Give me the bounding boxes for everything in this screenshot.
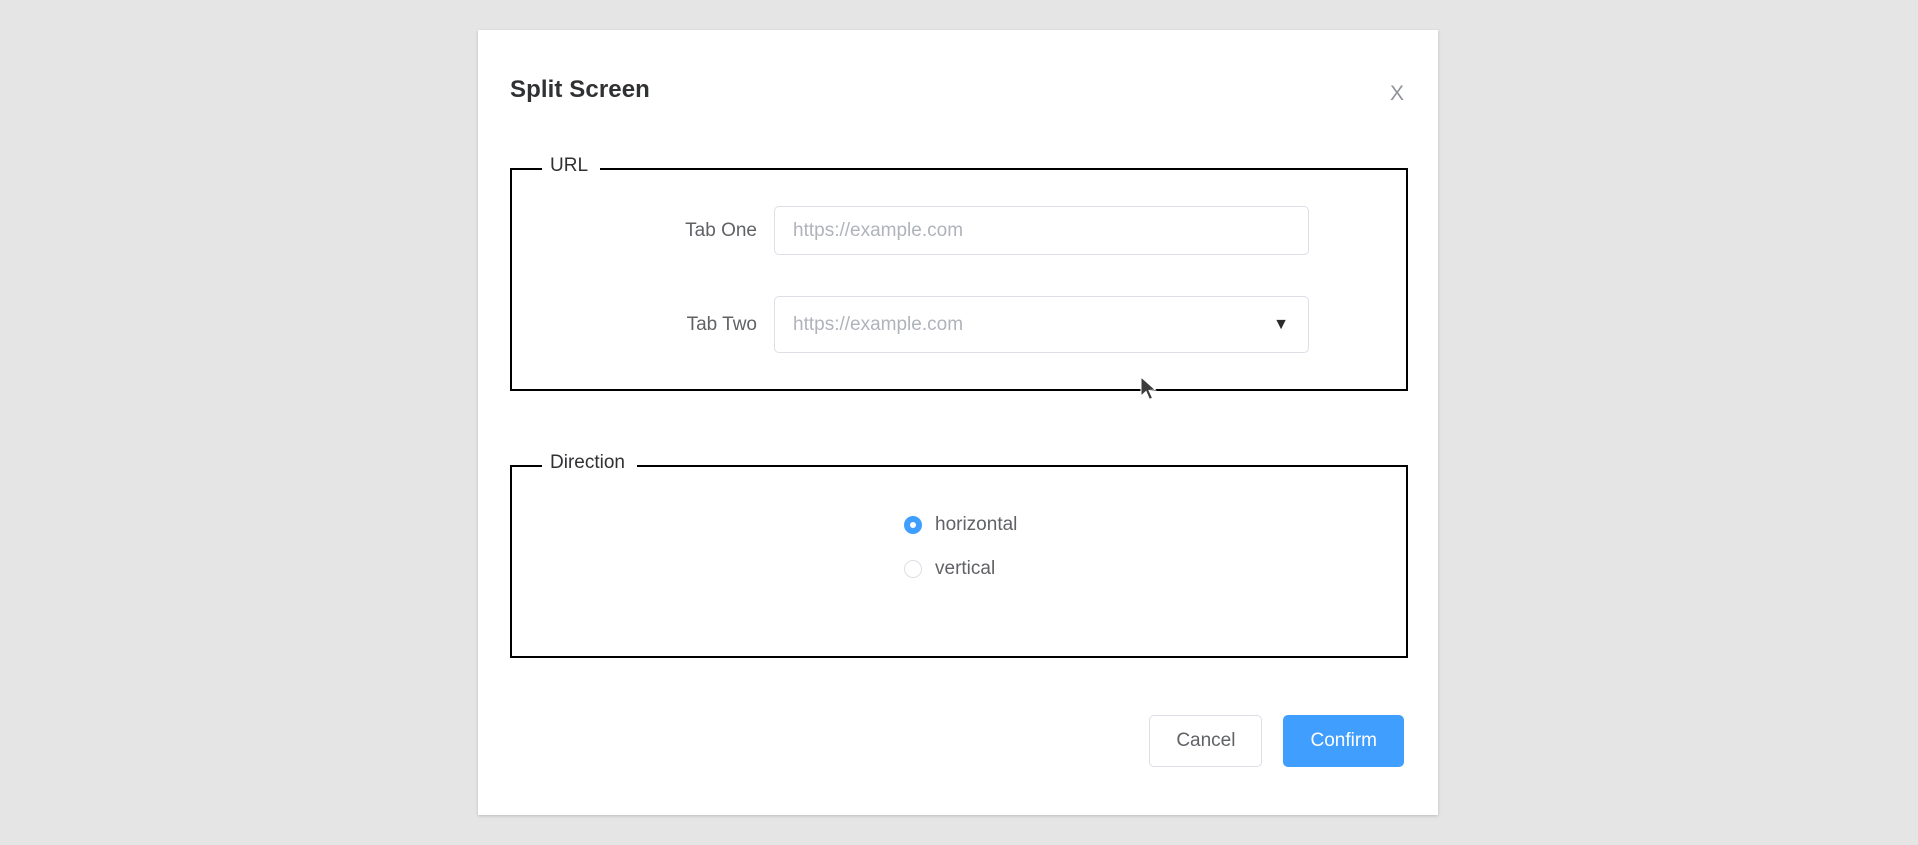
- radio-option-vertical[interactable]: vertical: [904, 559, 995, 578]
- close-icon[interactable]: X: [1382, 78, 1412, 108]
- radio-selected-icon[interactable]: [904, 515, 922, 534]
- url-fieldset: URL Tab One Tab Two https://example.com …: [510, 156, 1408, 391]
- tab-two-row: Tab Two https://example.com ▼: [512, 296, 1406, 353]
- tab-one-label: Tab One: [685, 220, 757, 241]
- split-screen-dialog: Split Screen X URL Tab One Tab Two https…: [478, 30, 1438, 815]
- direction-fieldset: Direction horizontal vertical: [510, 453, 1408, 658]
- tab-one-row: Tab One: [512, 206, 1406, 255]
- cancel-button[interactable]: Cancel: [1149, 715, 1263, 767]
- radio-label-vertical: vertical: [935, 558, 996, 579]
- radio-unselected-icon[interactable]: [904, 559, 922, 578]
- tab-one-url-input[interactable]: [774, 206, 1309, 255]
- confirm-button[interactable]: Confirm: [1283, 715, 1404, 767]
- dialog-footer: Cancel Confirm: [1149, 715, 1404, 767]
- radio-dot: [910, 521, 916, 528]
- radio-label-horizontal: horizontal: [935, 514, 1018, 535]
- dialog-title: Split Screen: [510, 76, 650, 103]
- tab-two-label: Tab Two: [686, 314, 757, 335]
- radio-option-horizontal[interactable]: horizontal: [904, 515, 1017, 534]
- direction-radio-group: horizontal vertical: [512, 515, 1406, 603]
- dialog-header: Split Screen X: [478, 30, 1438, 120]
- page-background: Split Screen X URL Tab One Tab Two https…: [0, 0, 1918, 845]
- url-legend: URL: [542, 156, 601, 175]
- direction-legend: Direction: [542, 453, 637, 472]
- tab-two-url-select[interactable]: https://example.com: [774, 296, 1309, 353]
- tab-two-select-wrapper: https://example.com ▼: [774, 296, 1309, 353]
